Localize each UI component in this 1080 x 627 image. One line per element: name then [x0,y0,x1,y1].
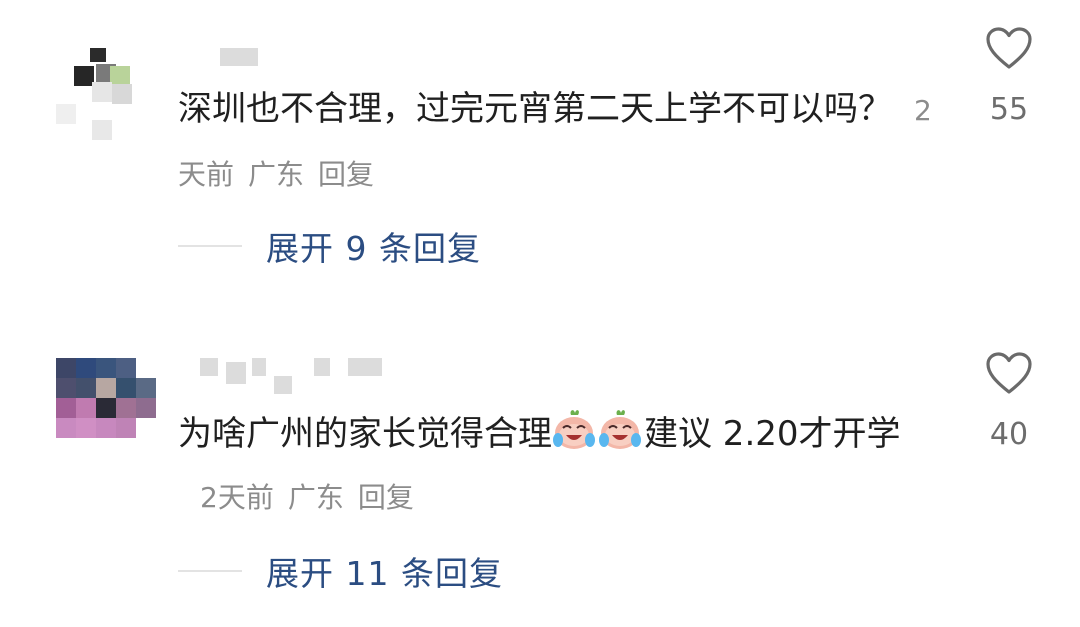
comment-body: 深圳也不合理，过完元宵第二天上学不可以吗？ [178,89,892,129]
like-button[interactable]: 55 [974,26,1044,127]
crying-face-emoji [553,410,595,449]
comment-time: 2天前 [200,481,274,514]
expand-replies[interactable]: 展开 9 条回复 [178,226,481,268]
crying-face-emoji [599,410,641,449]
expand-replies-label[interactable]: 展开 9 条回复 [266,222,481,270]
heart-outline-icon[interactable] [985,26,1033,70]
comment-meta: 2天前 广东 回复 [200,481,428,514]
comment-text: 深圳也不合理，过完元宵第二天上学不可以吗？ 2天前 广东 回复 [178,78,938,206]
comment-body-continued: 建议 2.20才开学 [644,414,901,454]
avatar[interactable] [52,42,152,142]
avatar[interactable] [52,358,156,458]
comment-location: 广东 [287,481,344,514]
reply-button[interactable]: 回复 [318,158,374,191]
comment-item: 为啥广州的家长觉得合理 建议 2.20才开学2天前 广东 回复 40 展开 11… [0,325,1080,627]
like-button[interactable]: 40 [974,351,1044,452]
comment-location: 广东 [248,158,305,191]
heart-outline-icon[interactable] [985,351,1033,395]
comment-body: 为啥广州的家长觉得合理 [178,414,552,454]
comment-item: 深圳也不合理，过完元宵第二天上学不可以吗？ 2天前 广东 回复 55 展开 9 条回复 [0,0,1080,300]
divider [178,570,242,572]
reply-button[interactable]: 回复 [358,481,414,514]
like-count: 40 [989,417,1029,452]
divider [178,245,242,247]
expand-replies[interactable]: 展开 11 条回复 [178,551,503,593]
comment-text: 为啥广州的家长觉得合理 建议 2.20才开学 2天前 广东 回复 [178,403,938,529]
expand-replies-label[interactable]: 展开 11 条回复 [266,547,503,595]
like-count: 55 [989,92,1029,127]
